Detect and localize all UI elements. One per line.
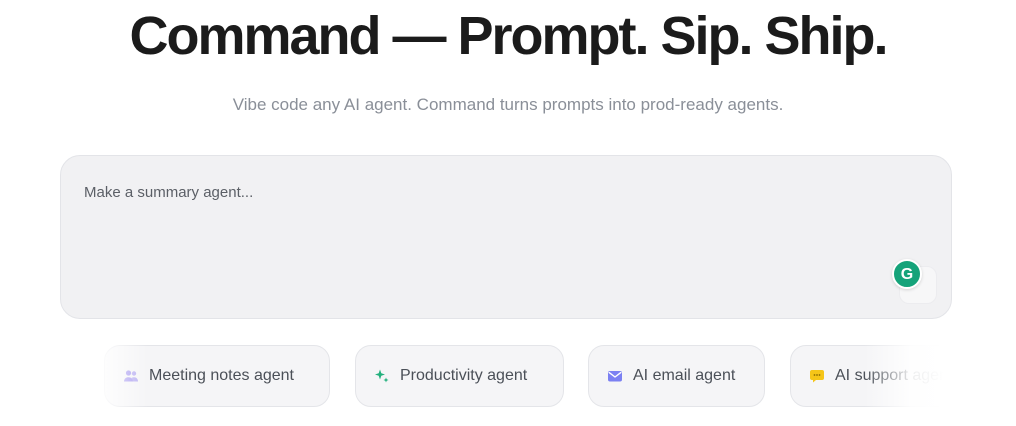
chat-bubble-icon <box>809 368 825 384</box>
envelope-icon <box>607 368 623 384</box>
prompt-box[interactable]: G <box>60 155 952 319</box>
prompt-input[interactable] <box>84 182 864 202</box>
chip-label: Productivity agent <box>400 367 528 384</box>
suggestion-chips: Meeting notes agent Productivity agent A… <box>78 345 944 409</box>
chip-label: AI support agent <box>835 367 944 384</box>
svg-text:G: G <box>901 266 913 283</box>
hero-subtitle: Vibe code any AI agent. Command turns pr… <box>232 95 784 114</box>
suggestion-chip-productivity[interactable]: Productivity agent <box>355 345 564 407</box>
suggestion-chip-meeting-notes[interactable]: Meeting notes agent <box>104 345 330 407</box>
hero-title: Command — Prompt. Sip. Ship. <box>129 6 888 66</box>
suggestion-chip-ai-email[interactable]: AI email agent <box>588 345 765 407</box>
suggestion-chip-ai-support[interactable]: AI support agent <box>790 345 944 407</box>
people-icon <box>123 368 139 384</box>
grammarly-g-icon[interactable]: G <box>892 259 922 289</box>
chip-label: AI email agent <box>633 367 736 384</box>
assistant-button[interactable]: G <box>892 259 937 304</box>
sparkle-icon <box>374 368 390 384</box>
chip-label: Meeting notes agent <box>149 367 294 384</box>
